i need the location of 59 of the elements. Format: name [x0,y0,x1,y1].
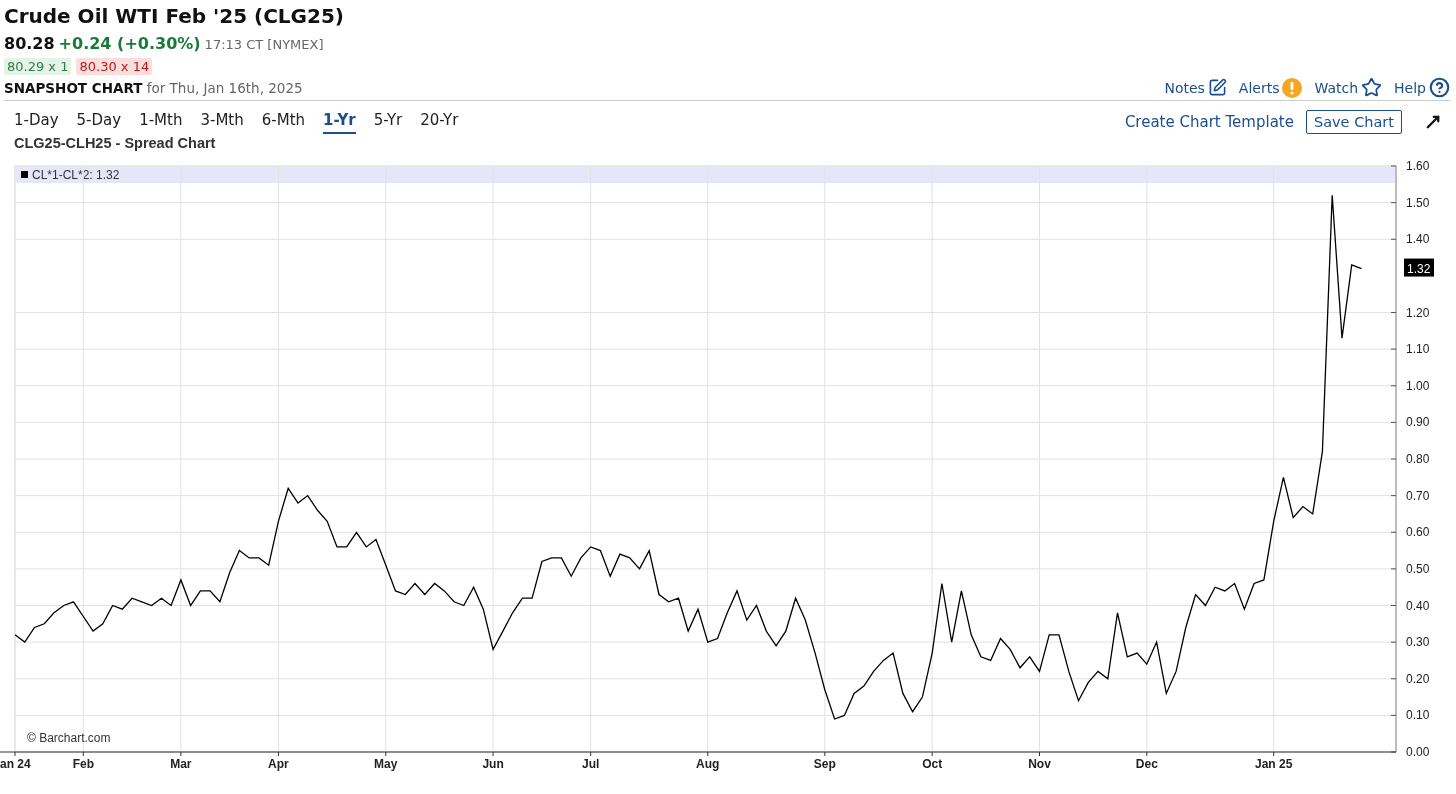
range-tab[interactable]: 5-Day [76,109,122,134]
range-tab[interactable]: 1-Day [14,109,59,134]
x-tick-label: Mar [170,757,192,771]
create-template-link[interactable]: Create Chart Template [1124,112,1294,131]
legend-label: CL*1-CL*2: 1.32 [32,168,120,182]
range-tab[interactable]: 3-Mth [200,109,244,134]
save-chart-button[interactable]: Save Chart [1305,109,1402,134]
snapshot-heading: SNAPSHOT CHART for Thu, Jan 16th, 2025 [4,79,303,96]
x-tick-label: Apr [268,757,289,771]
y-tick-label: 0.00 [1406,745,1430,759]
x-tick-label: Feb [72,757,94,771]
x-tick-label: Jun [482,757,504,771]
last-value-tag: 1.32 [1404,258,1434,277]
y-tick-label: 0.60 [1406,525,1430,540]
star-icon [1361,77,1383,98]
y-tick-label: 0.20 [1406,671,1430,686]
last-price: 80.28 [4,33,55,55]
instrument-title: Crude Oil WTI Feb '25 (CLG25) [4,3,345,30]
y-tick-label: 1.00 [1406,378,1430,393]
range-tab[interactable]: 20-Yr [420,109,459,134]
range-tab[interactable]: 1-Mth [139,109,183,134]
price-change: +0.24 (+0.30%) [58,33,201,55]
y-tick-label: 0.40 [1406,598,1430,613]
y-tick-label: 0.50 [1406,561,1430,576]
credit-text: © Barchart.com [27,731,111,745]
x-tick-label: Jul [582,757,600,771]
header-link[interactable]: Help [1394,77,1450,98]
ask-quote: 80.30 x 14 [76,58,153,75]
edit-icon [1207,78,1227,97]
range-tab[interactable]: 5-Yr [373,109,403,134]
quote-time: 17:13 CT [NYMEX] [204,36,324,54]
range-tab[interactable]: 1-Yr [323,109,356,134]
y-tick-label: 0.90 [1406,415,1430,430]
x-tick-label: Dec [1135,757,1158,771]
x-tick-label: Sep [813,757,836,771]
y-tick-label: 1.60 [1406,159,1430,173]
y-tick-label: 1.40 [1406,232,1430,247]
y-tick-label: 0.10 [1406,708,1430,723]
x-tick-label: May [374,757,398,771]
y-tick-label: 0.70 [1406,488,1430,503]
y-tick-label: 0.30 [1406,635,1430,650]
bid-quote: 80.29 x 1 [4,58,72,75]
y-tick-label: 1.10 [1406,342,1430,357]
header-link[interactable]: Alerts [1238,77,1303,98]
header-link[interactable]: Watch [1314,77,1383,98]
x-tick-label: Oct [922,757,943,771]
x-tick-label: Nov [1028,757,1051,771]
header-link[interactable]: Notes [1164,78,1227,97]
legend-swatch [21,171,28,178]
alert-icon [1282,77,1303,98]
x-tick-label: Aug [696,757,720,771]
range-tab[interactable]: 6-Mth [261,109,306,134]
y-tick-label: 0.80 [1406,452,1430,466]
x-tick-label: Jan 25 [1255,757,1293,771]
y-tick-label: 1.20 [1406,305,1430,320]
help-icon [1429,77,1450,98]
y-tick-label: 1.50 [1406,195,1430,210]
chart-title: CLG25-CLH25 - Spread Chart [13,134,217,152]
x-tick-label: an 24 [0,757,31,771]
